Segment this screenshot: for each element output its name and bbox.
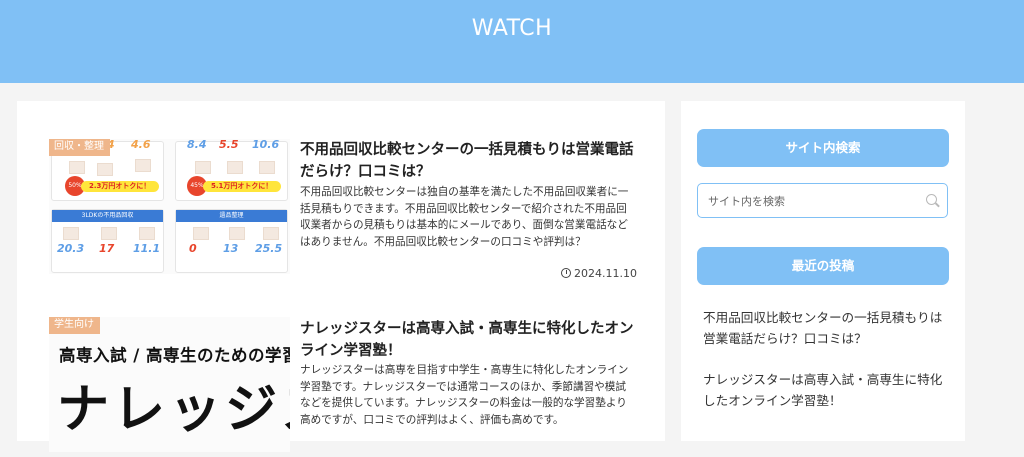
post-excerpt: 不用品回収比較センターは独自の基準を満たした不用品回収業者に一括見積もりできます… xyxy=(300,186,629,248)
post-list: 回収・整理 3.4 4.6 8.4 5.5 10.6 50% 45% 2.3万円… xyxy=(17,101,665,452)
thumbnail-brand: ナレッジスタ xyxy=(57,380,290,440)
thumbnail-item xyxy=(101,227,117,240)
post-date: 2024.11.10 xyxy=(561,267,637,280)
thumbnail-price: 17 xyxy=(99,242,115,255)
thumbnail-item xyxy=(227,161,243,174)
clock-icon xyxy=(561,268,572,278)
post-card[interactable]: 学生向け 高専入試 / 高専生のための学習塾 ナレッジスタ ナレッジスターは高専… xyxy=(49,317,639,457)
site-header: WATCH xyxy=(0,0,1024,83)
post-excerpt: ナレッジスターは高専を目指す中学生・高専生に特化したオンライン学習塾です。ナレッ… xyxy=(300,364,629,426)
recent-post-link[interactable]: 不用品回収比較センターの一括見積もりは営業電話だらけ？口コミは？ xyxy=(703,307,953,349)
thumbnail-price: 11.1 xyxy=(133,242,161,255)
post-date-text: 2024.11.10 xyxy=(574,267,637,280)
thumbnail-item xyxy=(97,163,113,176)
post-card[interactable]: 回収・整理 3.4 4.6 8.4 5.5 10.6 50% 45% 2.3万円… xyxy=(49,139,639,280)
thumbnail-price: 4.6 xyxy=(131,139,151,151)
thumbnail-price: 25.5 xyxy=(255,242,283,255)
thumbnail-item xyxy=(263,227,279,240)
thumbnail-price: 20.3 xyxy=(57,242,85,255)
thumbnail-item xyxy=(63,227,79,240)
thumbnail-price: 5.5 xyxy=(219,139,239,151)
site-title[interactable]: WATCH xyxy=(0,16,1024,41)
thumbnail-subtitle: 高専入試 / 高専生のための学習塾 xyxy=(59,346,290,365)
thumbnail-price: 13 xyxy=(223,242,239,255)
thumbnail-item xyxy=(259,161,275,174)
category-label: 学生向け xyxy=(49,317,100,334)
thumbnail-item xyxy=(135,159,151,172)
thumbnail-price: 0 xyxy=(189,242,197,255)
thumbnail-item xyxy=(69,161,85,174)
thumbnail-price: 10.6 xyxy=(252,139,280,151)
sidebar: サイト内検索 最近の投稿 不用品回収比較センターの一括見積もりは営業電話だらけ？… xyxy=(681,101,965,441)
thumbnail-savings: 2.3万円オトクに！ xyxy=(81,181,159,192)
post-thumbnail[interactable]: 学生向け 高専入試 / 高専生のための学習塾 ナレッジスタ xyxy=(49,317,290,452)
thumbnail-band: 遺品整理 xyxy=(176,210,287,222)
post-thumbnail[interactable]: 回収・整理 3.4 4.6 8.4 5.5 10.6 50% 45% 2.3万円… xyxy=(49,139,290,274)
recent-post-link[interactable]: ナレッジスターは高専入試・高専生に特化したオンライン学習塾！ xyxy=(703,369,953,411)
search-form[interactable] xyxy=(697,183,948,218)
recent-posts-heading: 最近の投稿 xyxy=(697,247,949,285)
thumbnail-price: 8.4 xyxy=(187,139,207,151)
thumbnail-item xyxy=(139,227,155,240)
category-label: 回収・整理 xyxy=(49,139,110,156)
search-icon[interactable] xyxy=(926,194,937,205)
thumbnail-item xyxy=(193,227,209,240)
post-title[interactable]: 不用品回収比較センターの一括見積もりは営業電話だらけ？口コミは？ xyxy=(300,139,635,183)
thumbnail-savings: 5.1万円オトクに！ xyxy=(203,181,281,192)
thumbnail-item xyxy=(229,227,245,240)
post-title[interactable]: ナレッジスターは高専入試・高専生に特化したオンライン学習塾！ xyxy=(300,318,635,362)
search-input[interactable] xyxy=(706,184,920,218)
thumbnail-band: 3LDKの不用品回収 xyxy=(52,210,163,222)
thumbnail-item xyxy=(195,161,211,174)
search-widget-heading: サイト内検索 xyxy=(697,129,949,167)
